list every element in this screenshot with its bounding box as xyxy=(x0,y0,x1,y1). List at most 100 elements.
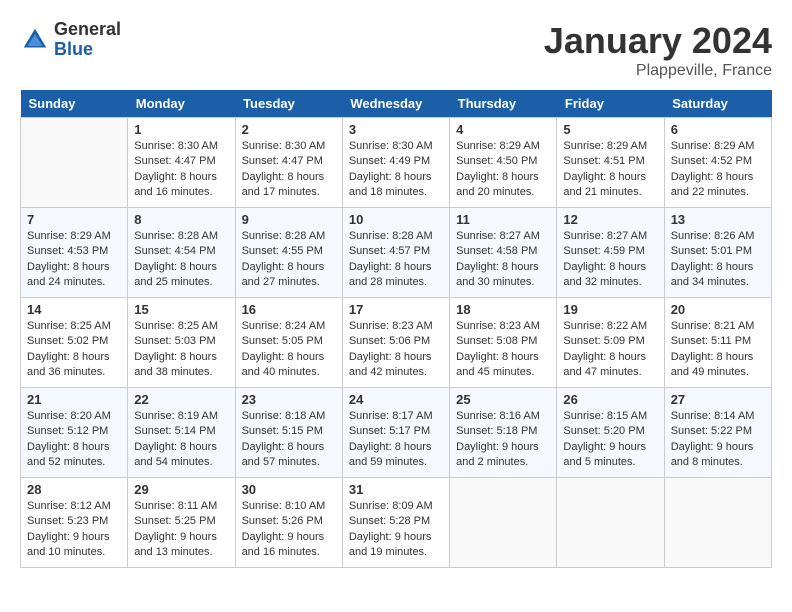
column-header-monday: Monday xyxy=(128,90,235,118)
calendar-cell: 3 Sunrise: 8:30 AMSunset: 4:49 PMDaylight… xyxy=(342,118,449,208)
day-info: Sunrise: 8:16 AMSunset: 5:18 PMDaylight:… xyxy=(456,409,550,471)
day-info: Sunrise: 8:09 AMSunset: 5:28 PMDaylight:… xyxy=(349,499,443,561)
calendar-cell: 24 Sunrise: 8:17 AMSunset: 5:17 PMDayligh… xyxy=(342,388,449,478)
calendar-cell: 4 Sunrise: 8:29 AMSunset: 4:50 PMDaylight… xyxy=(450,118,557,208)
day-info: Sunrise: 8:27 AMSunset: 4:59 PMDaylight:… xyxy=(563,229,657,291)
calendar-cell: 30 Sunrise: 8:10 AMSunset: 5:26 PMDayligh… xyxy=(235,478,342,568)
calendar-cell: 9 Sunrise: 8:28 AMSunset: 4:55 PMDaylight… xyxy=(235,208,342,298)
day-number: 8 xyxy=(134,212,228,227)
calendar-cell: 15Sunrise: 8:25 AMSunset: 5:03 PMDayligh… xyxy=(128,298,235,388)
header: General Blue January 2024 Plappeville, F… xyxy=(20,20,772,80)
day-number: 14 xyxy=(27,302,121,317)
calendar-cell xyxy=(450,478,557,568)
column-header-wednesday: Wednesday xyxy=(342,90,449,118)
day-number: 23 xyxy=(242,392,336,407)
day-number: 24 xyxy=(349,392,443,407)
day-info: Sunrise: 8:19 AMSunset: 5:14 PMDaylight:… xyxy=(134,409,228,471)
day-number: 6 xyxy=(671,122,765,137)
calendar-cell: 10 Sunrise: 8:28 AMSunset: 4:57 PMDayligh… xyxy=(342,208,449,298)
location-title: Plappeville, France xyxy=(544,62,772,80)
day-info: Sunrise: 8:28 AMSunset: 4:55 PMDaylight:… xyxy=(242,229,336,291)
day-number: 10 xyxy=(349,212,443,227)
calendar-cell: 18 Sunrise: 8:23 AMSunset: 5:08 PMDayligh… xyxy=(450,298,557,388)
day-number: 29 xyxy=(134,482,228,497)
day-number: 4 xyxy=(456,122,550,137)
day-info: Sunrise: 8:20 AMSunset: 5:12 PMDaylight:… xyxy=(27,409,121,471)
day-info: Sunrise: 8:17 AMSunset: 5:17 PMDaylight:… xyxy=(349,409,443,471)
day-info: Sunrise: 8:23 AMSunset: 5:06 PMDaylight:… xyxy=(349,319,443,381)
month-title: January 2024 xyxy=(544,20,772,62)
day-info: Sunrise: 8:27 AMSunset: 4:58 PMDaylight:… xyxy=(456,229,550,291)
calendar-cell: 20Sunrise: 8:21 AMSunset: 5:11 PMDayligh… xyxy=(664,298,771,388)
calendar-cell: 19 Sunrise: 8:22 AMSunset: 5:09 PMDayligh… xyxy=(557,298,664,388)
day-info: Sunrise: 8:23 AMSunset: 5:08 PMDaylight:… xyxy=(456,319,550,381)
day-number: 27 xyxy=(671,392,765,407)
column-header-thursday: Thursday xyxy=(450,90,557,118)
calendar-cell: 17 Sunrise: 8:23 AMSunset: 5:06 PMDayligh… xyxy=(342,298,449,388)
day-number: 5 xyxy=(563,122,657,137)
day-number: 11 xyxy=(456,212,550,227)
calendar-cell: 25 Sunrise: 8:16 AMSunset: 5:18 PMDayligh… xyxy=(450,388,557,478)
day-number: 19 xyxy=(563,302,657,317)
calendar-cell: 26Sunrise: 8:15 AMSunset: 5:20 PMDayligh… xyxy=(557,388,664,478)
calendar-cell: 16 Sunrise: 8:24 AMSunset: 5:05 PMDayligh… xyxy=(235,298,342,388)
day-number: 12 xyxy=(563,212,657,227)
calendar-cell xyxy=(557,478,664,568)
calendar-cell: 6Sunrise: 8:29 AMSunset: 4:52 PMDaylight… xyxy=(664,118,771,208)
calendar-cell: 2Sunrise: 8:30 AMSunset: 4:47 PMDaylight… xyxy=(235,118,342,208)
day-info: Sunrise: 8:30 AMSunset: 4:47 PMDaylight:… xyxy=(134,139,228,201)
day-info: Sunrise: 8:21 AMSunset: 5:11 PMDaylight:… xyxy=(671,319,765,381)
day-info: Sunrise: 8:29 AMSunset: 4:51 PMDaylight:… xyxy=(563,139,657,201)
day-info: Sunrise: 8:29 AMSunset: 4:50 PMDaylight:… xyxy=(456,139,550,201)
day-number: 30 xyxy=(242,482,336,497)
day-number: 18 xyxy=(456,302,550,317)
logo-blue-text: Blue xyxy=(54,40,121,60)
calendar-cell: 31 Sunrise: 8:09 AMSunset: 5:28 PMDayligh… xyxy=(342,478,449,568)
day-info: Sunrise: 8:22 AMSunset: 5:09 PMDaylight:… xyxy=(563,319,657,381)
day-number: 31 xyxy=(349,482,443,497)
calendar-week-row: 28 Sunrise: 8:12 AMSunset: 5:23 PMDayligh… xyxy=(21,478,772,568)
calendar-table: SundayMondayTuesdayWednesdayThursdayFrid… xyxy=(20,90,772,568)
calendar-cell xyxy=(21,118,128,208)
day-info: Sunrise: 8:15 AMSunset: 5:20 PMDaylight:… xyxy=(563,409,657,471)
day-info: Sunrise: 8:26 AMSunset: 5:01 PMDaylight:… xyxy=(671,229,765,291)
day-number: 7 xyxy=(27,212,121,227)
day-info: Sunrise: 8:10 AMSunset: 5:26 PMDaylight:… xyxy=(242,499,336,561)
day-info: Sunrise: 8:28 AMSunset: 4:54 PMDaylight:… xyxy=(134,229,228,291)
calendar-cell: 28 Sunrise: 8:12 AMSunset: 5:23 PMDayligh… xyxy=(21,478,128,568)
logo-text: General Blue xyxy=(54,20,121,60)
day-number: 16 xyxy=(242,302,336,317)
day-info: Sunrise: 8:12 AMSunset: 5:23 PMDaylight:… xyxy=(27,499,121,561)
calendar-week-row: 1Sunrise: 8:30 AMSunset: 4:47 PMDaylight… xyxy=(21,118,772,208)
day-info: Sunrise: 8:11 AMSunset: 5:25 PMDaylight:… xyxy=(134,499,228,561)
day-info: Sunrise: 8:25 AMSunset: 5:02 PMDaylight:… xyxy=(27,319,121,381)
calendar-cell: 7 Sunrise: 8:29 AMSunset: 4:53 PMDaylight… xyxy=(21,208,128,298)
calendar-cell: 29 Sunrise: 8:11 AMSunset: 5:25 PMDayligh… xyxy=(128,478,235,568)
calendar-cell: 1Sunrise: 8:30 AMSunset: 4:47 PMDaylight… xyxy=(128,118,235,208)
calendar-cell: 14 Sunrise: 8:25 AMSunset: 5:02 PMDayligh… xyxy=(21,298,128,388)
calendar-cell: 21 Sunrise: 8:20 AMSunset: 5:12 PMDayligh… xyxy=(21,388,128,478)
day-info: Sunrise: 8:28 AMSunset: 4:57 PMDaylight:… xyxy=(349,229,443,291)
day-number: 3 xyxy=(349,122,443,137)
day-number: 9 xyxy=(242,212,336,227)
day-number: 22 xyxy=(134,392,228,407)
calendar-cell: 12 Sunrise: 8:27 AMSunset: 4:59 PMDayligh… xyxy=(557,208,664,298)
logo: General Blue xyxy=(20,20,121,60)
day-number: 17 xyxy=(349,302,443,317)
logo-general-text: General xyxy=(54,20,121,40)
day-info: Sunrise: 8:29 AMSunset: 4:53 PMDaylight:… xyxy=(27,229,121,291)
calendar-cell xyxy=(664,478,771,568)
day-number: 28 xyxy=(27,482,121,497)
calendar-week-row: 14 Sunrise: 8:25 AMSunset: 5:02 PMDayligh… xyxy=(21,298,772,388)
day-number: 25 xyxy=(456,392,550,407)
calendar-cell: 13Sunrise: 8:26 AMSunset: 5:01 PMDayligh… xyxy=(664,208,771,298)
day-info: Sunrise: 8:30 AMSunset: 4:49 PMDaylight:… xyxy=(349,139,443,201)
column-header-sunday: Sunday xyxy=(21,90,128,118)
calendar-cell: 27Sunrise: 8:14 AMSunset: 5:22 PMDayligh… xyxy=(664,388,771,478)
day-info: Sunrise: 8:25 AMSunset: 5:03 PMDaylight:… xyxy=(134,319,228,381)
day-info: Sunrise: 8:24 AMSunset: 5:05 PMDaylight:… xyxy=(242,319,336,381)
day-number: 21 xyxy=(27,392,121,407)
calendar-cell: 8 Sunrise: 8:28 AMSunset: 4:54 PMDaylight… xyxy=(128,208,235,298)
calendar-cell: 22 Sunrise: 8:19 AMSunset: 5:14 PMDayligh… xyxy=(128,388,235,478)
calendar-cell: 5 Sunrise: 8:29 AMSunset: 4:51 PMDaylight… xyxy=(557,118,664,208)
